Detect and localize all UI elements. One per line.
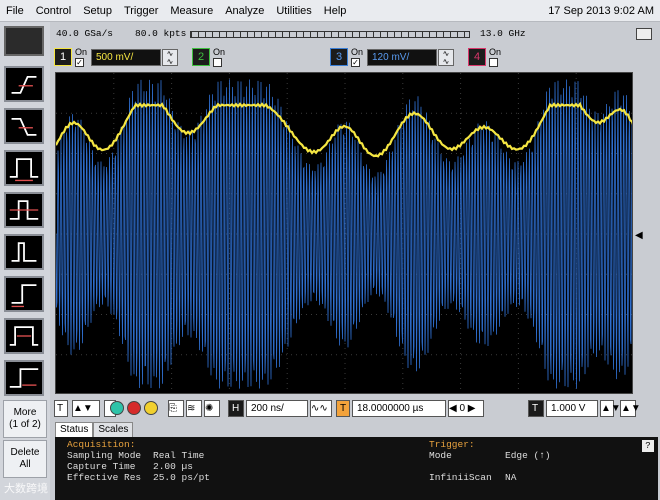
channel-1-wave-icon[interactable]: ∿ ∿: [162, 48, 178, 66]
clear-display-icon[interactable]: ⎘: [168, 400, 184, 417]
waveform-canvas[interactable]: [56, 73, 633, 394]
channel-2-on[interactable]: On: [213, 46, 227, 67]
timeout-zone-icon[interactable]: [4, 276, 44, 312]
channel-3-on-label: On: [351, 46, 364, 57]
channel-3-group: 3 On ✓ 120 mV/ ∿ ∿: [330, 47, 454, 67]
watermark: 大数跨境: [4, 483, 48, 495]
channel-2-group: 2 On: [192, 47, 227, 67]
effective-res-label: Effective Res: [67, 472, 142, 483]
help-icon[interactable]: ?: [642, 440, 654, 452]
channel-1-on[interactable]: On ✓: [75, 46, 89, 67]
minimize-icon[interactable]: [636, 28, 652, 40]
run-indicator-icon[interactable]: [110, 401, 124, 415]
channel-3-scale[interactable]: 120 mV/: [367, 48, 437, 66]
sample-rate: 40.0 GSa/s: [56, 28, 114, 39]
trigger-slope-stepper[interactable]: ▲▼: [620, 400, 641, 417]
timebase-field[interactable]: 200 ns/: [246, 400, 308, 417]
trigger-mode-label: Mode: [429, 450, 452, 461]
runt-zone-icon[interactable]: [4, 192, 44, 228]
edge-zone-fall-icon[interactable]: [4, 108, 44, 144]
zoom-stepper[interactable]: ▲▼: [72, 400, 100, 417]
menu-measure[interactable]: Measure: [164, 5, 219, 17]
trigger-delay-label: T: [336, 400, 350, 417]
channel-1-button[interactable]: 1: [54, 48, 72, 66]
transition-zone-icon[interactable]: [4, 360, 44, 396]
horizontal-label: H: [228, 400, 244, 417]
channel-3-checkbox[interactable]: ✓: [351, 57, 360, 67]
tab-status[interactable]: Status: [55, 422, 94, 438]
channel-4-group: 4 On: [468, 47, 503, 67]
ctrl-t-small[interactable]: T: [54, 400, 68, 417]
infiniiscan-label: InfiniiScan: [429, 472, 492, 483]
channel-1-scale[interactable]: 500 mV/: [91, 48, 161, 66]
datetime: 17 Sep 2013 9:02 AM: [548, 4, 654, 17]
pulse-width-zone-icon[interactable]: [4, 150, 44, 186]
trigger-level-label: T: [528, 400, 544, 417]
menu-file[interactable]: File: [0, 5, 30, 17]
tab-scales[interactable]: Scales: [93, 422, 134, 438]
trigger-level-field[interactable]: 1.000 V: [546, 400, 598, 417]
run-stop-button[interactable]: [4, 26, 44, 56]
channel-1-group: 1 On ✓ 500 mV/ ∿ ∿: [54, 47, 178, 67]
trigger-level-stepper[interactable]: ▲▼: [600, 400, 621, 417]
more-button[interactable]: More (1 of 2): [3, 400, 47, 438]
trigger-mode-value: Edge (↑): [505, 450, 551, 461]
capture-time-value: 2.00 µs: [153, 461, 193, 472]
channel-4-on[interactable]: On: [489, 46, 503, 67]
channel-1-on-label: On: [75, 46, 88, 57]
delay-stepper[interactable]: ◀ 0 ▶: [448, 400, 484, 417]
status-panel: Acquisition: Sampling Mode Real Time Cap…: [55, 437, 658, 500]
menu-utilities[interactable]: Utilities: [270, 5, 317, 17]
channel-3-wave-icon[interactable]: ∿ ∿: [438, 48, 454, 66]
channel-2-button[interactable]: 2: [192, 48, 210, 66]
control-row: T ▲▼ ⎘ ≋ ✺ H 200 ns/ ∿∿ T 18.0000000 µs …: [50, 397, 660, 419]
acquisition-info-row: 40.0 GSa/s 80.0 kpts 13.0 GHz: [50, 26, 660, 42]
delete-sub-label: All: [19, 459, 31, 470]
timebase-stepper[interactable]: ∿∿: [310, 400, 332, 417]
more-sub-label: (1 of 2): [9, 419, 41, 430]
channel-4-checkbox[interactable]: [489, 57, 498, 67]
sampling-mode-value: Real Time: [153, 450, 205, 461]
menu-help[interactable]: Help: [318, 5, 353, 17]
delay-field[interactable]: 18.0000000 µs: [352, 400, 446, 417]
edge-zone-rise-icon[interactable]: [4, 66, 44, 102]
infiniiscan-value: NA: [505, 472, 517, 483]
single-indicator-icon[interactable]: [144, 401, 158, 415]
menu-analyze[interactable]: Analyze: [219, 5, 270, 17]
channel-4-on-label: On: [489, 46, 502, 57]
tool-panel: More (1 of 2) Delete All: [0, 22, 50, 500]
trigger-marker-icon[interactable]: ◀: [635, 230, 643, 241]
channel-row: 1 On ✓ 500 mV/ ∿ ∿ 2 On 3 On ✓ 120 mV/ ∿ ∿ 4…: [50, 44, 660, 70]
delete-all-button[interactable]: Delete All: [3, 440, 47, 478]
effective-res-value: 25.0 ps/pt: [153, 472, 211, 483]
setup-hold-zone-icon[interactable]: [4, 318, 44, 354]
channel-3-button[interactable]: 3: [330, 48, 348, 66]
channel-4-button[interactable]: 4: [468, 48, 486, 66]
acquisition-header: Acquisition:: [67, 439, 136, 450]
channel-2-on-label: On: [213, 46, 226, 57]
trigger-header: Trigger:: [429, 439, 475, 450]
autoscale-icon[interactable]: ≋: [186, 400, 202, 417]
menu-trigger[interactable]: Trigger: [118, 5, 164, 17]
channel-2-checkbox[interactable]: [213, 57, 222, 67]
memory-timeline-bar[interactable]: [190, 31, 470, 38]
glitch-zone-icon[interactable]: [4, 234, 44, 270]
channel-1-checkbox[interactable]: ✓: [75, 57, 84, 67]
menu-bar: File Control Setup Trigger Measure Analy…: [0, 0, 660, 22]
stop-indicator-icon[interactable]: [127, 401, 141, 415]
waveform-display[interactable]: [55, 72, 633, 394]
default-setup-icon[interactable]: ✺: [204, 400, 220, 417]
menu-setup[interactable]: Setup: [77, 5, 118, 17]
delete-label: Delete: [10, 447, 40, 458]
menu-control[interactable]: Control: [30, 5, 77, 17]
status-tabs: Status Scales: [55, 422, 134, 438]
capture-time-label: Capture Time: [67, 461, 136, 472]
memory-depth: 80.0 kpts: [135, 28, 187, 39]
channel-3-on[interactable]: On ✓: [351, 46, 365, 67]
bandwidth: 13.0 GHz: [480, 28, 526, 39]
more-label: More: [13, 407, 37, 418]
sampling-mode-label: Sampling Mode: [67, 450, 142, 461]
